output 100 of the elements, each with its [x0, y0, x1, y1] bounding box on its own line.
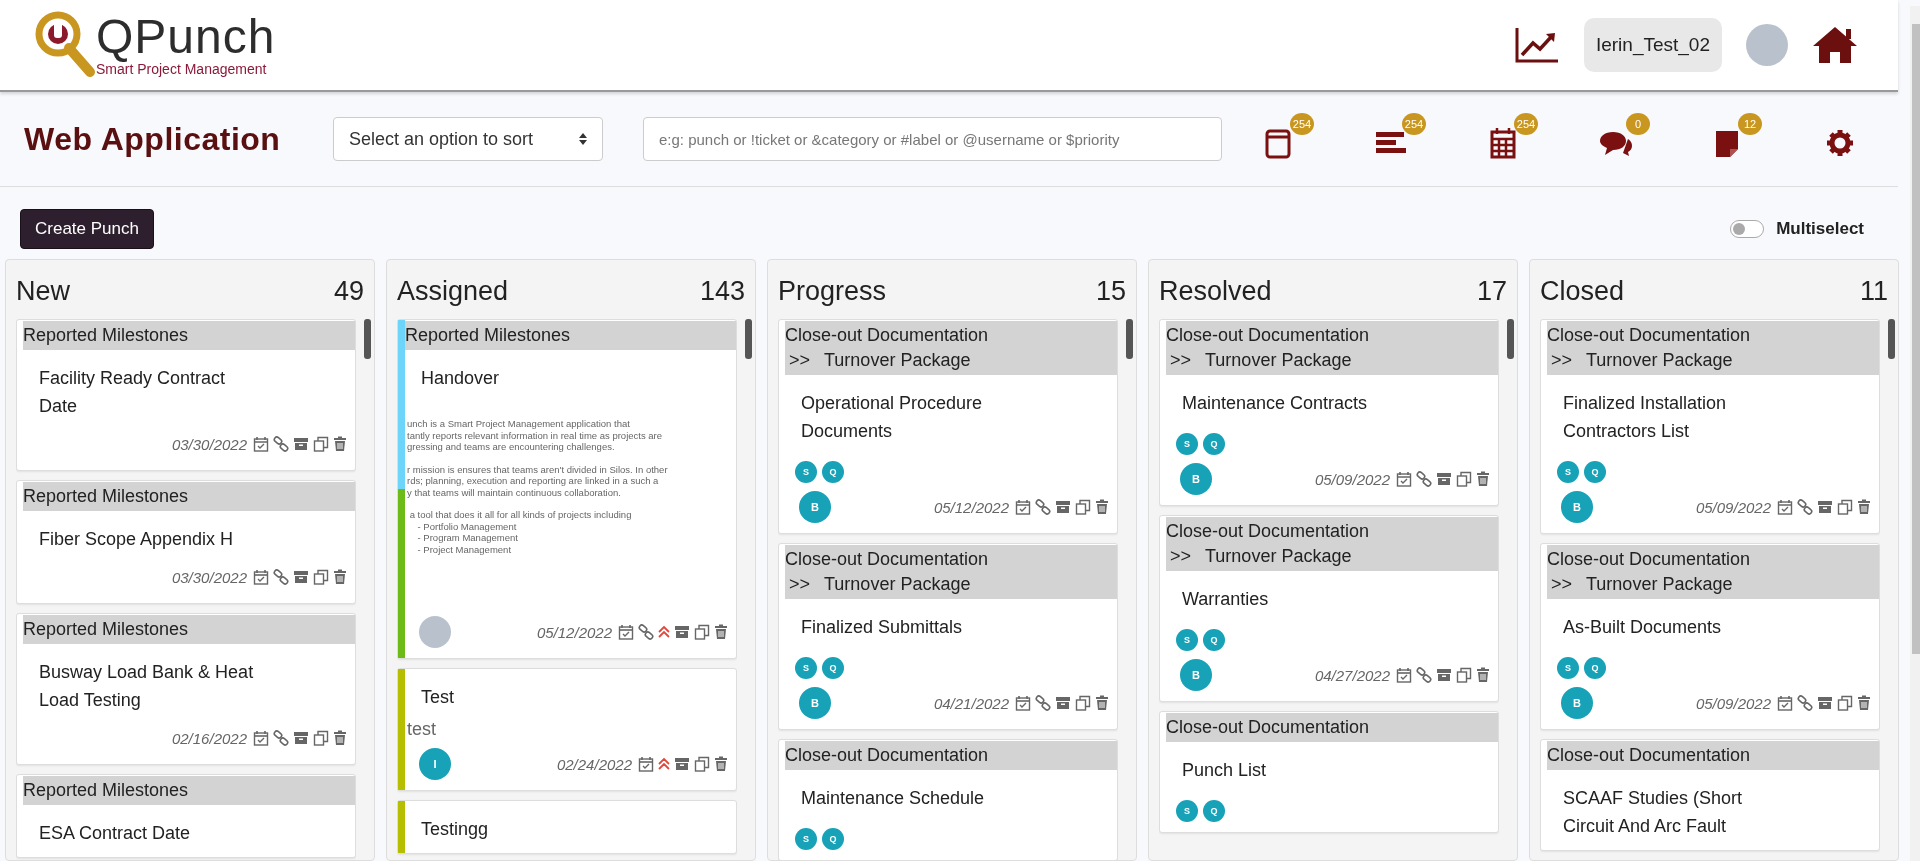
archive-icon[interactable]	[293, 730, 309, 746]
punch-card[interactable]: Reported Milestones Busway Load Bank & Heat Load Testing 02/16/2022	[16, 613, 356, 765]
link-icon[interactable]	[1416, 471, 1432, 487]
trash-icon[interactable]	[333, 436, 347, 452]
tag-avatar: S	[1557, 461, 1579, 483]
punch-card[interactable]: Reported Milestones Facility Ready Contract Date 03/30/2022	[16, 319, 356, 471]
trash-icon[interactable]	[1476, 471, 1490, 487]
archive-icon[interactable]	[674, 756, 690, 772]
punch-card[interactable]: Reported Milestones ESA Contract Date	[16, 774, 356, 858]
link-icon[interactable]	[1035, 499, 1051, 515]
tag-avatar: Q	[1584, 657, 1606, 679]
punch-card[interactable]: Close-out Documentation >> Turnover Package Operational Procedure Documents S Q B 05/12/2022	[778, 319, 1118, 534]
scrollbar-thumb[interactable]	[745, 319, 752, 359]
archive-icon[interactable]	[293, 569, 309, 585]
copy-icon[interactable]	[1456, 471, 1472, 487]
trash-icon[interactable]	[1476, 667, 1490, 683]
punch-card[interactable]: Close-out Documentation >> Turnover Package As-Built Documents S Q B 05/09/2022	[1540, 543, 1880, 730]
calendar-check-icon[interactable]	[253, 436, 269, 452]
trash-icon[interactable]	[714, 624, 728, 640]
calendar-check-icon[interactable]	[253, 569, 269, 585]
punch-card[interactable]: Close-out Documentation Punch List S Q	[1159, 711, 1499, 833]
column-count: 17	[1476, 276, 1507, 307]
calendar-check-icon[interactable]	[1777, 499, 1793, 515]
home-icon[interactable]	[1812, 25, 1858, 65]
calendar-check-icon[interactable]	[1396, 471, 1412, 487]
link-icon[interactable]	[273, 569, 289, 585]
sort-select[interactable]: Select an option to sort	[332, 117, 603, 161]
link-icon[interactable]	[1416, 667, 1432, 683]
category-label: Close-out Documentation	[1547, 548, 1752, 571]
scrollbar-thumb[interactable]	[1888, 319, 1895, 359]
trash-icon[interactable]	[714, 756, 728, 772]
trash-icon[interactable]	[333, 730, 347, 746]
copy-icon[interactable]	[313, 730, 329, 746]
attachment-text: unch is a Smart Project Management application that	[407, 418, 631, 430]
archive-icon[interactable]	[293, 436, 309, 452]
punch-card[interactable]: Close-out Documentation >> Turnover Package Maintenance Contracts S Q B 05/09/2022	[1159, 319, 1499, 506]
calendar-check-icon[interactable]	[1015, 499, 1031, 515]
punch-card[interactable]: Close-out Documentation Maintenance Schedule S Q	[778, 739, 1118, 860]
link-icon[interactable]	[638, 624, 654, 640]
copy-icon[interactable]	[1075, 499, 1091, 515]
tag-avatar: Q	[822, 657, 844, 679]
punch-card[interactable]: Testingg	[397, 800, 737, 854]
count-badge: 254	[1402, 113, 1426, 135]
trash-icon[interactable]	[1095, 499, 1109, 515]
trash-icon[interactable]	[1857, 499, 1871, 515]
copy-icon[interactable]	[1837, 695, 1853, 711]
link-icon[interactable]	[273, 436, 289, 452]
search-field[interactable]: e:g: punch or !ticket or &category or #label or @username or $priority	[643, 117, 1222, 161]
archive-icon[interactable]	[1055, 499, 1071, 515]
archive-icon[interactable]	[1436, 667, 1452, 683]
scrollbar-thumb[interactable]	[1126, 319, 1133, 359]
breadcrumb-separator: >>	[789, 573, 811, 596]
create-punch-button[interactable]: Create Punch	[20, 209, 154, 249]
attachment-text: - Program Management	[416, 532, 519, 544]
link-icon[interactable]	[1797, 499, 1813, 515]
card-title: ESA Contract Date	[38, 822, 192, 845]
multiselect-toggle[interactable]	[1730, 220, 1765, 238]
category-label: Reported Milestones	[23, 324, 190, 347]
punch-card[interactable]: Reported Milestones Fiber Scope Appendix H 03/30/2022	[16, 480, 356, 604]
punch-card[interactable]	[397, 319, 737, 659]
link-icon[interactable]	[273, 730, 289, 746]
calendar-check-icon[interactable]	[1777, 695, 1793, 711]
punch-card[interactable]: Close-out Documentation >> Turnover Package Finalized Submittals S Q B 04/21/2022	[778, 543, 1118, 730]
archive-icon[interactable]	[1817, 695, 1833, 711]
user-name-button[interactable]: Ierin_Test_02	[1583, 18, 1722, 72]
copy-icon[interactable]	[1837, 499, 1853, 515]
due-date: 05/09/2022	[1695, 694, 1771, 712]
copy-icon[interactable]	[694, 756, 710, 772]
trash-icon[interactable]	[333, 569, 347, 585]
card-title: SCAAF Studies (Short Circuit And Arc Fault	[1562, 787, 1744, 838]
punch-card[interactable]: Close-out Documentation >> Turnover Package Finalized Installation Contractors List S Q B 05/09/2022	[1540, 319, 1880, 534]
archive-icon[interactable]	[1055, 695, 1071, 711]
copy-icon[interactable]	[313, 569, 329, 585]
calendar-check-icon[interactable]	[618, 624, 634, 640]
link-icon[interactable]	[1035, 695, 1051, 711]
punch-card[interactable]: Test test I 02/24/2022	[397, 668, 737, 791]
subcategory-label: Turnover Package	[824, 349, 971, 372]
trash-icon[interactable]	[1095, 695, 1109, 711]
card-title: Testingg	[420, 818, 490, 841]
calendar-check-icon[interactable]	[1015, 695, 1031, 711]
calendar-check-icon[interactable]	[638, 756, 654, 772]
trend-chart-icon[interactable]	[1513, 26, 1560, 64]
calendar-check-icon[interactable]	[1396, 667, 1412, 683]
archive-icon[interactable]	[1817, 499, 1833, 515]
copy-icon[interactable]	[1456, 667, 1472, 683]
copy-icon[interactable]	[313, 436, 329, 452]
due-date: 04/27/2022	[1314, 666, 1390, 684]
link-icon[interactable]	[1797, 695, 1813, 711]
scrollbar-thumb[interactable]	[1507, 319, 1514, 359]
scrollbar-thumb[interactable]	[364, 319, 371, 359]
copy-icon[interactable]	[1075, 695, 1091, 711]
tag-avatar: S	[795, 657, 817, 679]
calendar-check-icon[interactable]	[253, 730, 269, 746]
trash-icon[interactable]	[1857, 695, 1871, 711]
copy-icon[interactable]	[694, 624, 710, 640]
punch-card[interactable]: Close-out Documentation >> Turnover Package Warranties S Q B 04/27/2022	[1159, 515, 1499, 702]
archive-icon[interactable]	[1436, 471, 1452, 487]
assignee-avatar: B	[1180, 659, 1212, 691]
archive-icon[interactable]	[674, 624, 690, 640]
punch-card[interactable]: Close-out Documentation SCAAF Studies (Short Circuit And Arc Fault	[1540, 739, 1880, 851]
